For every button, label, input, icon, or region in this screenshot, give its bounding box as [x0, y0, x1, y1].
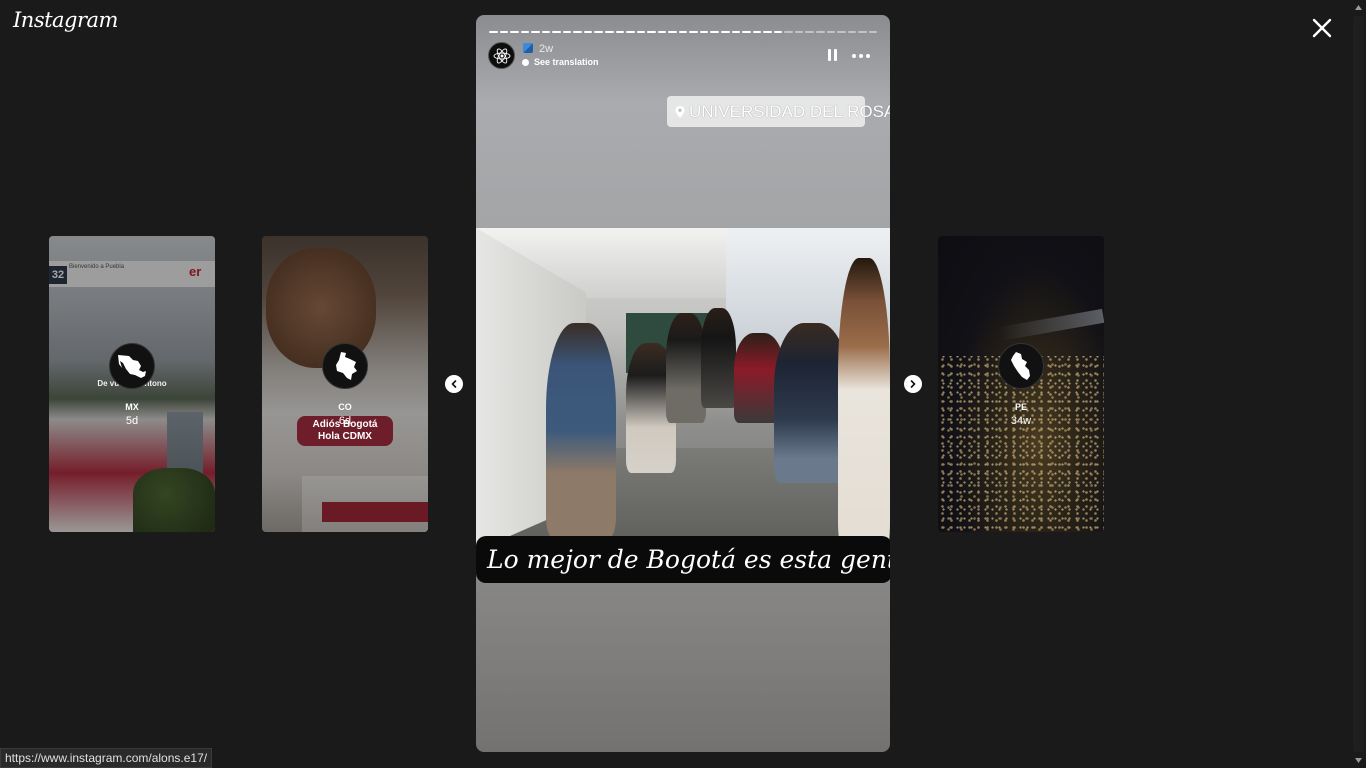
active-story[interactable]: 2w See translation UNIVERSIDAD DEL ROSAR…: [476, 15, 890, 752]
chevron-left-icon: [451, 380, 457, 388]
progress-segment: [499, 31, 509, 33]
scroll-up-arrow-icon[interactable]: [1354, 3, 1363, 12]
progress-segment: [531, 31, 540, 33]
story-preview-co[interactable]: Adiós Bogotá Hola CDMX CO 6d: [262, 236, 428, 532]
progress-segment: [626, 31, 635, 33]
progress-segment: [510, 31, 519, 33]
mexico-map-icon: [118, 355, 146, 378]
preview-username: PE: [1014, 402, 1027, 412]
more-options-button[interactable]: [850, 49, 872, 63]
pause-icon-bar: [827, 49, 831, 61]
person-image: [546, 323, 616, 538]
preview-avatar[interactable]: [998, 343, 1044, 389]
story-header: 2w See translation: [488, 41, 880, 71]
progress-segment: [721, 31, 730, 33]
story-preview-pe[interactable]: PE 34w: [938, 236, 1104, 532]
pause-button[interactable]: [826, 49, 838, 62]
preview-time: 6d: [338, 415, 352, 427]
progress-segment: [657, 31, 667, 33]
progress-segment: [594, 31, 604, 33]
story-photo: [476, 228, 890, 551]
next-story-button[interactable]: [904, 375, 922, 393]
progress-segment: [710, 31, 720, 33]
progress-segment: [615, 31, 625, 33]
progress-segment: [742, 31, 751, 33]
atom-icon: [493, 47, 510, 64]
chevron-right-icon: [910, 380, 916, 388]
progress-segment: [541, 31, 551, 33]
progress-segment: [794, 31, 804, 33]
progress-segment: [678, 31, 688, 33]
person-image: [838, 258, 890, 551]
location-sticker[interactable]: UNIVERSIDAD DEL ROSARIO: [667, 96, 890, 127]
preview-avatar[interactable]: [109, 343, 155, 389]
progress-segment: [784, 31, 793, 33]
progress-segment: [837, 31, 846, 33]
story-avatar[interactable]: [488, 42, 515, 69]
preview-username: MX: [125, 402, 139, 412]
preview-time: 34w: [1010, 415, 1032, 427]
pause-icon-bar: [833, 49, 837, 61]
previous-story-button[interactable]: [445, 375, 463, 393]
progress-segment: [520, 31, 530, 33]
progress-segment: [605, 31, 614, 33]
progress-segment: [752, 31, 762, 33]
progress-segment: [826, 31, 836, 33]
progress-segment: [489, 31, 498, 33]
see-translation-label: See translation: [534, 57, 599, 67]
close-button[interactable]: [1308, 14, 1336, 42]
more-icon-dot: [852, 54, 856, 58]
progress-segment: [731, 31, 741, 33]
peru-map-icon: [1011, 352, 1030, 380]
sticker-line-2: Hola CDMX: [318, 431, 372, 442]
preview-avatar[interactable]: [322, 343, 368, 389]
colombia-map-icon: [336, 352, 357, 380]
vertical-scrollbar[interactable]: [1351, 0, 1366, 768]
instagram-logo[interactable]: Instagram: [13, 8, 118, 32]
location-text: UNIVERSIDAD DEL ROSARIO: [689, 102, 890, 121]
status-bar-url: https://www.instagram.com/alons.e17/: [0, 748, 213, 768]
person-image: [666, 313, 706, 423]
progress-segment: [858, 31, 867, 33]
progress-segment: [689, 31, 698, 33]
flag-icon: [523, 43, 533, 53]
story-caption: Lo mejor de Bogotá es esta gente: [476, 536, 890, 583]
progress-segment: [815, 31, 825, 33]
preview-username: CO: [338, 402, 352, 412]
progress-segment: [868, 31, 878, 33]
progress-segment: [573, 31, 582, 33]
story-progress-bar: [489, 31, 878, 33]
progress-segment: [847, 31, 857, 33]
progress-segment: [647, 31, 656, 33]
close-icon: [1312, 18, 1332, 38]
more-icon-dot: [866, 54, 870, 58]
see-translation-link[interactable]: See translation: [522, 57, 599, 67]
progress-segment: [668, 31, 677, 33]
progress-segment: [773, 31, 783, 33]
story-viewer: Instagram Bienvenido a Puebla er 32 De v…: [0, 0, 1351, 768]
progress-segment: [562, 31, 572, 33]
progress-segment: [805, 31, 814, 33]
scrollbar-thumb[interactable]: [1353, 16, 1364, 752]
preview-time: 5d: [125, 415, 139, 427]
progress-segment: [699, 31, 709, 33]
story-user-info: 2w: [523, 43, 553, 55]
translate-dot-icon: [522, 59, 529, 66]
scroll-down-arrow-icon[interactable]: [1354, 756, 1363, 765]
progress-segment: [583, 31, 593, 33]
story-time: 2w: [539, 43, 554, 55]
person-image: [701, 308, 736, 408]
progress-segment: [763, 31, 772, 33]
location-pin-icon: [675, 106, 685, 118]
progress-segment: [552, 31, 561, 33]
story-preview-mx[interactable]: Bienvenido a Puebla er 32 De vuelta pant…: [49, 236, 215, 532]
progress-segment: [636, 31, 646, 33]
more-icon-dot: [859, 54, 863, 58]
